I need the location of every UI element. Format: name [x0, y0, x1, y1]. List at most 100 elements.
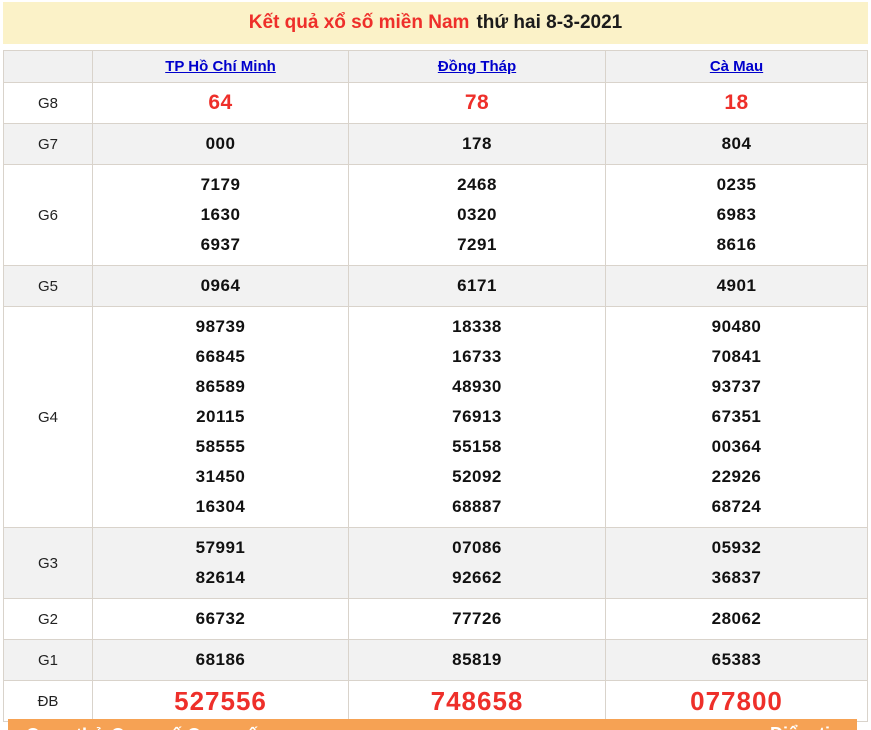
- result-cell: 000: [93, 124, 349, 165]
- result-number: 86589: [93, 372, 348, 402]
- result-number: 1630: [93, 200, 348, 230]
- result-number: 7179: [93, 170, 348, 200]
- page-title: Kết quả xổ số miền Nam: [249, 12, 470, 34]
- footer-bar: Quay thử Quay số Quay số Điểm tin: [8, 719, 857, 730]
- prize-label: G4: [4, 307, 93, 528]
- result-cell: 77726: [349, 599, 606, 640]
- prize-row-G1: G1681868581965383: [4, 640, 868, 681]
- result-number: 55158: [349, 432, 605, 462]
- result-cell: 85819: [349, 640, 606, 681]
- result-cell: 0593236837: [606, 528, 868, 599]
- column-link-2[interactable]: Đồng Tháp: [438, 58, 516, 75]
- result-number: 68724: [606, 492, 867, 522]
- result-cell: 65383: [606, 640, 868, 681]
- result-number: 57991: [93, 533, 348, 563]
- result-number: 0964: [93, 271, 348, 301]
- result-cell: 64: [93, 83, 349, 124]
- result-number: 05932: [606, 533, 867, 563]
- result-cell: 28062: [606, 599, 868, 640]
- result-number: 527556: [93, 686, 348, 716]
- prize-row-G6: G6717916306937246803207291023569838616: [4, 165, 868, 266]
- result-number: 36837: [606, 563, 867, 593]
- prize-label: G2: [4, 599, 93, 640]
- result-number: 00364: [606, 432, 867, 462]
- column-link-1[interactable]: TP Hồ Chí Minh: [165, 58, 276, 75]
- prize-label: G5: [4, 266, 93, 307]
- result-number: 68186: [93, 645, 348, 675]
- result-number: 16304: [93, 492, 348, 522]
- result-number: 68887: [349, 492, 605, 522]
- result-number: 64: [93, 88, 348, 118]
- result-number: 78: [349, 88, 605, 118]
- result-number: 90480: [606, 312, 867, 342]
- prize-row-ĐB: ĐB527556748658077800: [4, 681, 868, 722]
- footer-left-link[interactable]: Quay thử Quay số Quay số: [26, 725, 258, 730]
- result-number: 000: [93, 129, 348, 159]
- result-cell: 804: [606, 124, 868, 165]
- result-cell: 023569838616: [606, 165, 868, 266]
- lottery-results-page: Kết quả xổ số miền Nam thứ hai 8-3-2021 …: [0, 0, 871, 730]
- result-number: 31450: [93, 462, 348, 492]
- title-banner: Kết quả xổ số miền Nam thứ hai 8-3-2021: [3, 2, 868, 44]
- results-table-header: TP Hồ Chí Minh Đồng Tháp Cà Mau: [4, 51, 868, 83]
- result-number: 18: [606, 88, 867, 118]
- result-cell: 527556: [93, 681, 349, 722]
- result-number: 6171: [349, 271, 605, 301]
- page-title-date: thứ hai 8-3-2021: [476, 12, 622, 34]
- result-cell: 0964: [93, 266, 349, 307]
- column-header: TP Hồ Chí Minh: [93, 51, 349, 83]
- result-cell: 18: [606, 83, 868, 124]
- result-number: 18338: [349, 312, 605, 342]
- result-number: 6983: [606, 200, 867, 230]
- result-number: 22926: [606, 462, 867, 492]
- result-number: 67351: [606, 402, 867, 432]
- result-number: 077800: [606, 686, 867, 716]
- column-link-3[interactable]: Cà Mau: [710, 58, 763, 75]
- result-number: 07086: [349, 533, 605, 563]
- result-cell: 66732: [93, 599, 349, 640]
- result-cell: 717916306937: [93, 165, 349, 266]
- result-number: 16733: [349, 342, 605, 372]
- prize-label: G8: [4, 83, 93, 124]
- prize-label: G7: [4, 124, 93, 165]
- result-cell: 077800: [606, 681, 868, 722]
- column-header: Cà Mau: [606, 51, 868, 83]
- prize-label: G6: [4, 165, 93, 266]
- result-number: 0320: [349, 200, 605, 230]
- prize-row-G4: G498739668458658920115585553145016304183…: [4, 307, 868, 528]
- result-cell: 90480708419373767351003642292668724: [606, 307, 868, 528]
- result-number: 804: [606, 129, 867, 159]
- result-cell: 246803207291: [349, 165, 606, 266]
- result-number: 93737: [606, 372, 867, 402]
- result-cell: 748658: [349, 681, 606, 722]
- result-number: 6937: [93, 230, 348, 260]
- result-number: 92662: [349, 563, 605, 593]
- column-header: Đồng Tháp: [349, 51, 606, 83]
- prize-row-G8: G8647818: [4, 83, 868, 124]
- result-number: 178: [349, 129, 605, 159]
- corner-cell: [4, 51, 93, 83]
- result-number: 48930: [349, 372, 605, 402]
- result-number: 4901: [606, 271, 867, 301]
- result-number: 20115: [93, 402, 348, 432]
- result-number: 82614: [93, 563, 348, 593]
- results-table: TP Hồ Chí MinhĐồng ThápCà Mau G8647818G7…: [3, 50, 868, 722]
- result-number: 52092: [349, 462, 605, 492]
- prize-row-G3: G3579918261407086926620593236837: [4, 528, 868, 599]
- result-number: 748658: [349, 686, 605, 716]
- result-number: 70841: [606, 342, 867, 372]
- result-cell: 5799182614: [93, 528, 349, 599]
- result-number: 98739: [93, 312, 348, 342]
- footer-right-link[interactable]: Điểm tin: [770, 724, 841, 730]
- result-number: 65383: [606, 645, 867, 675]
- result-cell: 68186: [93, 640, 349, 681]
- prize-label: G3: [4, 528, 93, 599]
- result-number: 85819: [349, 645, 605, 675]
- result-cell: 18338167334893076913551585209268887: [349, 307, 606, 528]
- result-number: 58555: [93, 432, 348, 462]
- result-cell: 4901: [606, 266, 868, 307]
- result-number: 28062: [606, 604, 867, 634]
- result-number: 66845: [93, 342, 348, 372]
- result-cell: 98739668458658920115585553145016304: [93, 307, 349, 528]
- result-cell: 78: [349, 83, 606, 124]
